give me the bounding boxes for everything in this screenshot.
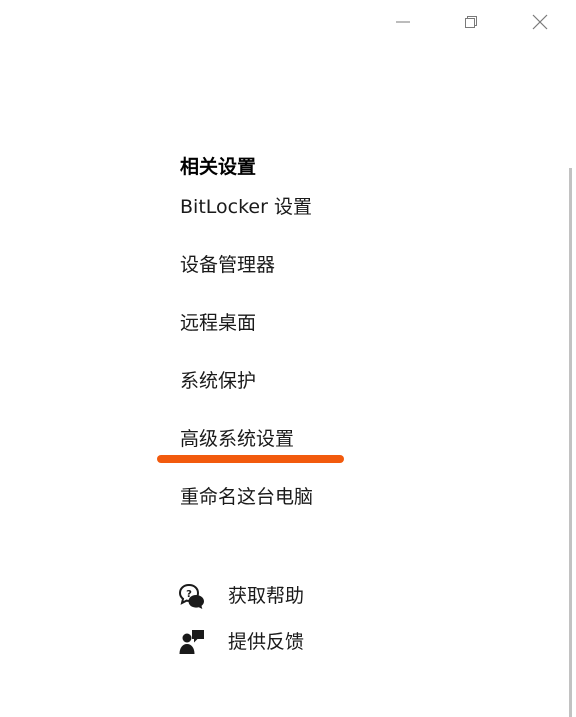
restore-button[interactable] bbox=[448, 8, 494, 40]
feedback-link[interactable]: 提供反馈 bbox=[178, 627, 304, 657]
chat-help-icon: ? bbox=[178, 582, 206, 610]
highlight-underline bbox=[157, 455, 344, 463]
remote-desktop-link[interactable]: 远程桌面 bbox=[180, 310, 256, 336]
device-manager-link[interactable]: 设备管理器 bbox=[180, 252, 275, 278]
minimize-icon bbox=[395, 14, 411, 34]
advanced-system-settings-link[interactable]: 高级系统设置 bbox=[180, 426, 294, 452]
system-protection-link[interactable]: 系统保护 bbox=[180, 368, 256, 394]
bitlocker-settings-link[interactable]: BitLocker 设置 bbox=[180, 194, 312, 220]
feedback-person-icon bbox=[178, 628, 206, 656]
restore-icon bbox=[463, 14, 479, 34]
close-button[interactable] bbox=[517, 8, 563, 40]
rename-this-pc-link[interactable]: 重命名这台电脑 bbox=[180, 484, 313, 510]
get-help-link[interactable]: ? 获取帮助 bbox=[178, 581, 304, 611]
related-settings-heading: 相关设置 bbox=[180, 156, 257, 178]
minimize-button[interactable] bbox=[380, 8, 426, 40]
get-help-label: 获取帮助 bbox=[228, 585, 305, 607]
scrollbar[interactable] bbox=[569, 168, 572, 717]
feedback-label: 提供反馈 bbox=[228, 631, 305, 653]
close-icon bbox=[531, 13, 549, 35]
